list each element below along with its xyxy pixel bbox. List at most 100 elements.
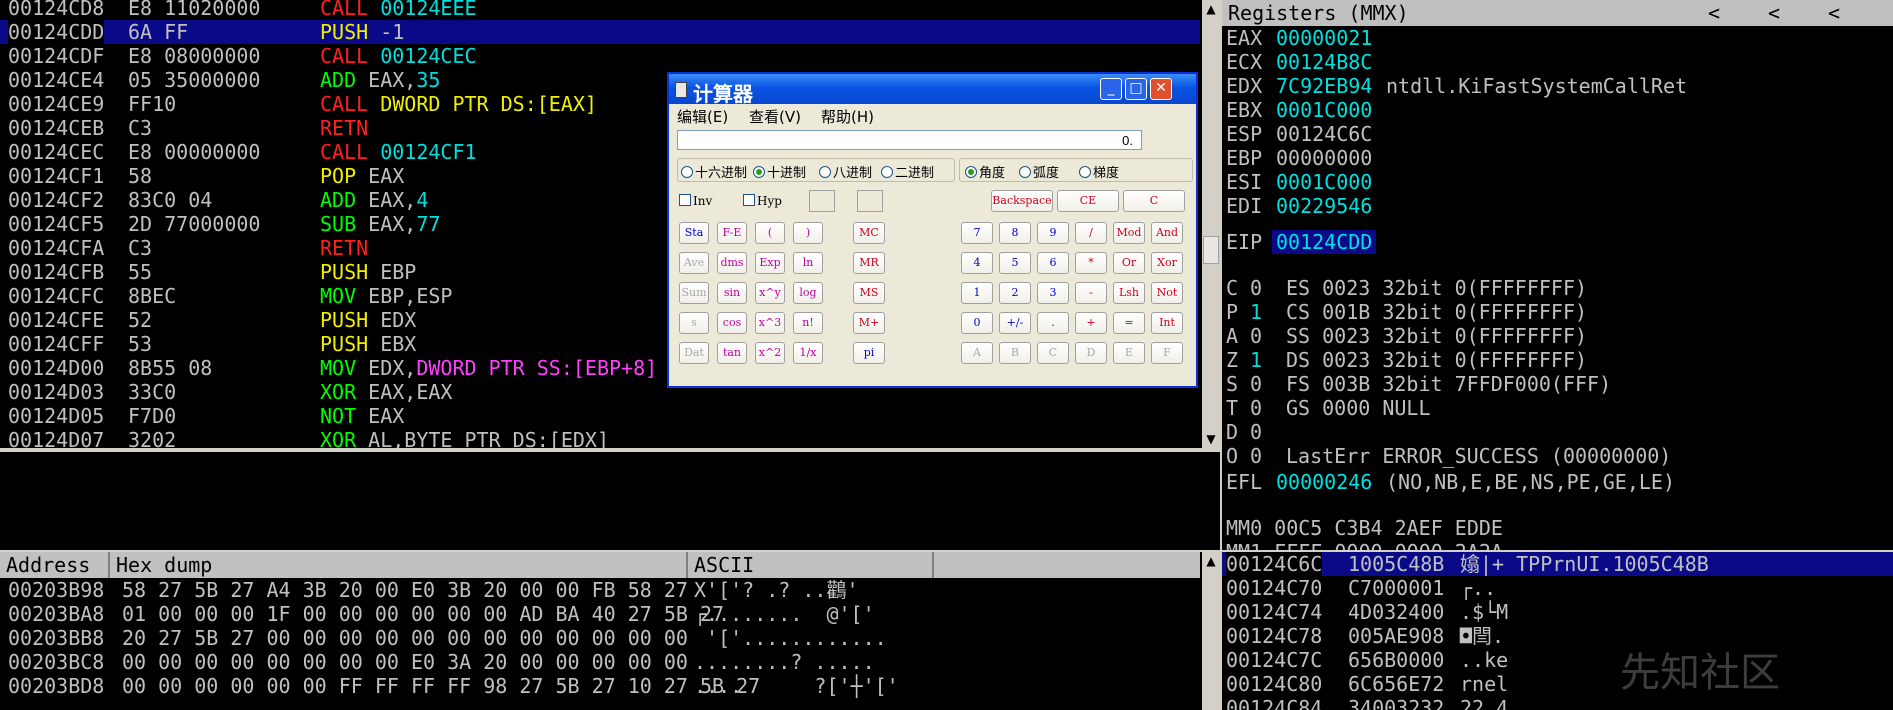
- scroll-up-arrow-icon[interactable]: ▲: [1202, 552, 1220, 570]
- disasm-row[interactable]: 00124CDD 6A FF PUSH -1: [0, 20, 1200, 44]
- calc-key-button[interactable]: B: [999, 342, 1031, 364]
- register-value[interactable]: 00124B8C: [1276, 50, 1372, 74]
- close-icon[interactable]: ✕: [1150, 78, 1172, 100]
- calc-sci-button[interactable]: Exp: [755, 252, 785, 274]
- disasm-row[interactable]: 00124CD8 E8 11020000 CALL 00124EEE: [0, 0, 1200, 20]
- calc-key-button[interactable]: 9: [1037, 222, 1069, 244]
- calc-sci-button[interactable]: x^3: [755, 312, 785, 334]
- hex-dump-pane[interactable]: 00203B98 58 27 5B 27 A4 3B 20 00 E0 3B 20…: [0, 578, 1200, 710]
- angle-radio[interactable]: 角度: [965, 162, 1005, 181]
- disasm-row[interactable]: 00124D05 F7D0 NOT EAX: [0, 404, 1200, 428]
- calc-sci-button[interactable]: n!: [793, 312, 823, 334]
- scroll-thumb[interactable]: [1203, 236, 1219, 264]
- calc-sci-button[interactable]: (: [755, 222, 785, 244]
- inv-checkbox[interactable]: Inv: [679, 194, 712, 208]
- flag-value[interactable]: 0: [1250, 396, 1262, 420]
- calc-key-button[interactable]: D: [1075, 342, 1107, 364]
- calc-key-button[interactable]: Lsh: [1113, 282, 1145, 304]
- calc-button-ce[interactable]: CE: [1057, 190, 1119, 212]
- register-value[interactable]: 0001C000: [1276, 170, 1372, 194]
- register-row[interactable]: S 0 FS 003B 32bit 7FFDF000(FFF): [1226, 372, 1886, 396]
- flag-value[interactable]: 0: [1250, 372, 1262, 396]
- calc-memory-button[interactable]: MS: [853, 282, 885, 304]
- calc-key-button[interactable]: Mod: [1113, 222, 1145, 244]
- calc-key-button[interactable]: C: [1037, 342, 1069, 364]
- dump-row[interactable]: 00203BB8 20 27 5B 27 00 00 00 00 00 00 00…: [0, 626, 1200, 650]
- stack-row[interactable]: 00124C78 005AE908 ◘閆.: [1222, 624, 1893, 648]
- calc-key-button[interactable]: 3: [1037, 282, 1069, 304]
- calc-memory-button[interactable]: MR: [853, 252, 885, 274]
- calc-sci-button[interactable]: log: [793, 282, 823, 304]
- calc-key-button[interactable]: F: [1151, 342, 1183, 364]
- register-row[interactable]: O 0 LastErr ERROR_SUCCESS (00000000): [1226, 444, 1886, 468]
- calc-key-button[interactable]: 0: [961, 312, 993, 334]
- dump-column-ascii[interactable]: ASCII: [688, 552, 934, 578]
- register-row[interactable]: ECX 00124B8C: [1226, 50, 1886, 74]
- register-row[interactable]: EDI 00229546: [1226, 194, 1886, 218]
- register-row[interactable]: MM0 00C5 C3B4 2AEF EDDE: [1226, 516, 1886, 540]
- registers-nav-left-icon[interactable]: <: [1708, 1, 1720, 25]
- calc-sci-button[interactable]: ): [793, 222, 823, 244]
- register-row[interactable]: EDX 7C92EB94 ntdll.KiFastSystemCallRet: [1226, 74, 1886, 98]
- calc-key-button[interactable]: 8: [999, 222, 1031, 244]
- stack-pane[interactable]: 00124C6C 1005C48B 嬆|+ TPPrnUI.1005C48B 0012…: [1222, 552, 1893, 710]
- calc-sci-button[interactable]: s: [679, 312, 709, 334]
- calc-key-button[interactable]: +/-: [999, 312, 1031, 334]
- register-row[interactable]: A 0 SS 0023 32bit 0(FFFFFFFF): [1226, 324, 1886, 348]
- calc-key-button[interactable]: /: [1075, 222, 1107, 244]
- calc-key-button[interactable]: 1: [961, 282, 993, 304]
- calc-key-button[interactable]: -: [1075, 282, 1107, 304]
- menu-view[interactable]: 查看(V): [749, 106, 801, 127]
- calc-key-button[interactable]: 5: [999, 252, 1031, 274]
- scroll-down-arrow-icon[interactable]: ▼: [1202, 430, 1220, 448]
- dump-row[interactable]: 00203BC8 00 00 00 00 00 00 00 00 E0 3A 20…: [0, 650, 1200, 674]
- calc-key-button[interactable]: =: [1113, 312, 1145, 334]
- calc-sci-button[interactable]: tan: [717, 342, 747, 364]
- calculator-title-bar[interactable]: 计算器 _ □ ✕: [669, 74, 1196, 106]
- stack-row[interactable]: 00124C6C 1005C48B 嬆|+ TPPrnUI.1005C48B: [1222, 552, 1893, 576]
- base-radio[interactable]: 十六进制: [681, 162, 747, 181]
- calc-sci-button[interactable]: Sum: [679, 282, 709, 304]
- calc-key-button[interactable]: 2: [999, 282, 1031, 304]
- calc-sci-button[interactable]: F-E: [717, 222, 747, 244]
- register-value[interactable]: 00000021: [1276, 26, 1372, 50]
- menu-help[interactable]: 帮助(H): [821, 106, 874, 127]
- registers-nav-left-icon[interactable]: <: [1828, 1, 1840, 25]
- register-row[interactable]: ESP 00124C6C: [1226, 122, 1886, 146]
- hyp-checkbox[interactable]: Hyp: [743, 194, 782, 208]
- calculator-window[interactable]: 计算器 _ □ ✕ 编辑(E) 查看(V) 帮助(H) 0. Inv Hyp 十…: [667, 72, 1198, 388]
- angle-radio[interactable]: 弧度: [1019, 162, 1059, 181]
- stack-row[interactable]: 00124C74 4D032400 .$└M: [1222, 600, 1893, 624]
- calc-key-button[interactable]: *: [1075, 252, 1107, 274]
- calc-key-button[interactable]: +: [1075, 312, 1107, 334]
- calc-key-button[interactable]: 6: [1037, 252, 1069, 274]
- calc-button-c[interactable]: C: [1123, 190, 1185, 212]
- register-row[interactable]: EBX 0001C000: [1226, 98, 1886, 122]
- register-value[interactable]: 00124C6C: [1276, 122, 1372, 146]
- register-value[interactable]: 7C92EB94: [1276, 74, 1372, 98]
- mmx-register[interactable]: MM1 FFFF 0000 0000 2A2A: [1226, 540, 1503, 550]
- calc-memory-button[interactable]: pi: [853, 342, 885, 364]
- flag-value[interactable]: 0: [1250, 276, 1262, 300]
- stack-row[interactable]: 00124C84 34003232 22.4: [1222, 696, 1893, 710]
- minimize-icon[interactable]: _: [1100, 78, 1122, 100]
- register-row[interactable]: D0: [1226, 420, 1886, 444]
- calc-sci-button[interactable]: sin: [717, 282, 747, 304]
- pane-divider[interactable]: [0, 448, 1222, 452]
- register-row[interactable]: MM1 FFFF 0000 0000 2A2A: [1226, 540, 1886, 550]
- calc-sci-button[interactable]: dms: [717, 252, 747, 274]
- calc-memory-button[interactable]: M+: [853, 312, 885, 334]
- scroll-up-arrow-icon[interactable]: ▲: [1202, 0, 1220, 18]
- maximize-icon[interactable]: □: [1125, 78, 1147, 100]
- calc-key-button[interactable]: And: [1151, 222, 1183, 244]
- register-value[interactable]: 00124CDD: [1272, 230, 1377, 254]
- flag-value[interactable]: 0: [1250, 420, 1262, 444]
- calc-sci-button[interactable]: Ave: [679, 252, 709, 274]
- register-row[interactable]: P 1 CS 001B 32bit 0(FFFFFFFF): [1226, 300, 1886, 324]
- mmx-register[interactable]: MM0 00C5 C3B4 2AEF EDDE: [1226, 516, 1503, 540]
- calc-memory-button[interactable]: MC: [853, 222, 885, 244]
- register-row[interactable]: EBP 00000000: [1226, 146, 1886, 170]
- calc-sci-button[interactable]: 1/x: [793, 342, 823, 364]
- register-row[interactable]: EIP 00124CDD: [1226, 230, 1886, 254]
- calc-sci-button[interactable]: ln: [793, 252, 823, 274]
